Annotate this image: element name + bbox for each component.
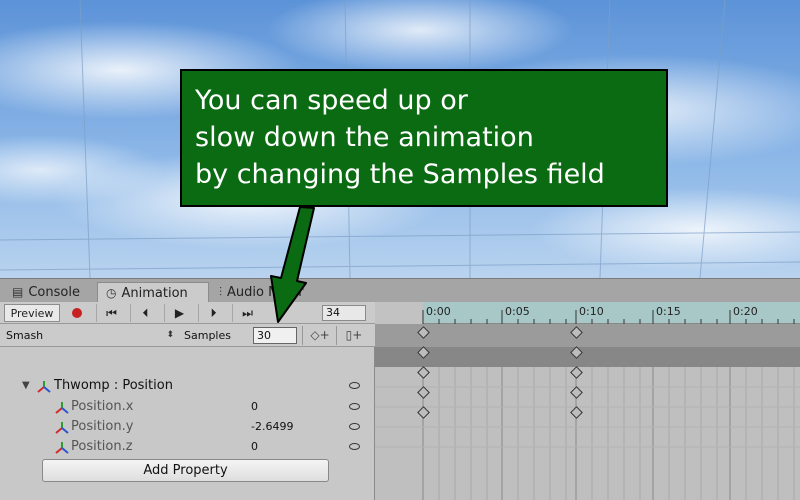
dopesheet-grid	[375, 367, 800, 500]
dropdown-arrows-icon: ⬍	[166, 330, 174, 340]
mixer-icon: ⫶	[219, 285, 223, 299]
frame-field[interactable]: 34	[322, 305, 366, 321]
preview-button[interactable]: Preview	[4, 304, 60, 322]
record-icon	[72, 308, 82, 318]
property-name: Position.z	[71, 439, 133, 454]
step-back-icon: ⏴	[142, 306, 149, 320]
animation-panel: ▤ Console ◷ Animation ⫶ Audio Mixer Prev…	[0, 278, 800, 500]
first-key-button[interactable]: ⏮	[96, 304, 126, 322]
visibility-icon[interactable]	[349, 423, 360, 430]
property-row[interactable]: Position.z 0	[0, 437, 374, 457]
property-row[interactable]: Position.y -2.6499	[0, 417, 374, 437]
tab-console[interactable]: ▤ Console	[4, 282, 88, 303]
timeline-ruler[interactable]: 0:00 0:05 0:10 0:15 0:20	[375, 302, 800, 324]
object-label: Thwomp : Position	[54, 378, 173, 393]
add-event-button[interactable]: ▯+	[336, 326, 371, 345]
tutorial-callout: You can speed up or slow down the animat…	[180, 69, 668, 207]
tab-bar: ▤ Console ◷ Animation ⫶ Audio Mixer	[0, 278, 800, 303]
object-row[interactable]: ▼ Thwomp : Position	[0, 376, 374, 396]
transform-icon	[55, 422, 69, 434]
tab-audio-mixer[interactable]: ⫶ Audio Mixer	[211, 282, 312, 303]
add-keyframe-button[interactable]: ◇+	[302, 326, 337, 345]
callout-line-3: by changing the Samples field	[195, 159, 605, 190]
next-key-button[interactable]: ⏵	[198, 304, 228, 322]
samples-field[interactable]: 30	[253, 327, 297, 344]
property-name: Position.y	[71, 419, 134, 434]
property-value[interactable]: 0	[251, 397, 258, 417]
ruler-label: 0:00	[426, 305, 451, 318]
tab-animation[interactable]: ◷ Animation	[97, 282, 209, 303]
property-row[interactable]: Position.x 0	[0, 397, 374, 417]
add-event-icon: ▯+	[345, 328, 363, 342]
add-keyframe-icon: ◇+	[310, 328, 330, 342]
skip-to-start-icon: ⏮	[106, 306, 117, 320]
console-icon: ▤	[12, 285, 24, 299]
visibility-icon[interactable]	[349, 443, 360, 450]
skip-to-end-icon: ⏭	[242, 306, 253, 320]
visibility-icon[interactable]	[349, 403, 360, 410]
property-list: ▼ Thwomp : Position Position.x 0 Positio…	[0, 347, 375, 500]
tab-console-label: Console	[28, 285, 80, 300]
ruler-label: 0:20	[733, 305, 758, 318]
ruler-label: 0:15	[656, 305, 681, 318]
collapse-arrow-icon[interactable]: ▼	[22, 376, 30, 396]
clip-selector[interactable]: Smash ⬍	[6, 327, 176, 344]
last-key-button[interactable]: ⏭	[232, 304, 262, 322]
clip-row: Smash ⬍ Samples 30 ◇+ ▯+	[0, 324, 375, 347]
clip-name: Smash	[6, 329, 44, 342]
tab-animation-label: Animation	[121, 285, 188, 301]
samples-label: Samples	[184, 329, 231, 342]
ruler-label: 0:10	[579, 305, 604, 318]
property-value[interactable]: -2.6499	[251, 417, 293, 437]
add-property-button[interactable]: Add Property	[42, 459, 329, 482]
clock-icon: ◷	[106, 285, 117, 300]
callout-line-2: slow down the animation	[195, 122, 534, 153]
dopesheet[interactable]	[375, 324, 800, 500]
property-name: Position.x	[71, 399, 134, 414]
visibility-icon[interactable]	[349, 382, 360, 389]
record-button[interactable]	[64, 304, 90, 322]
tab-audio-mixer-label: Audio Mixer	[227, 285, 304, 300]
property-value[interactable]: 0	[251, 437, 258, 457]
prev-key-button[interactable]: ⏴	[130, 304, 160, 322]
transform-icon	[55, 402, 69, 414]
step-forward-icon: ⏵	[210, 306, 217, 320]
play-button[interactable]: ▶	[164, 304, 194, 322]
callout-line-1: You can speed up or	[195, 85, 468, 116]
transform-icon	[55, 442, 69, 454]
animation-toolbar: Preview ⏮ ⏴ ▶ ⏵ ⏭	[0, 302, 375, 324]
ruler-label: 0:05	[505, 305, 530, 318]
play-icon: ▶	[174, 306, 185, 320]
transform-icon	[37, 381, 51, 393]
